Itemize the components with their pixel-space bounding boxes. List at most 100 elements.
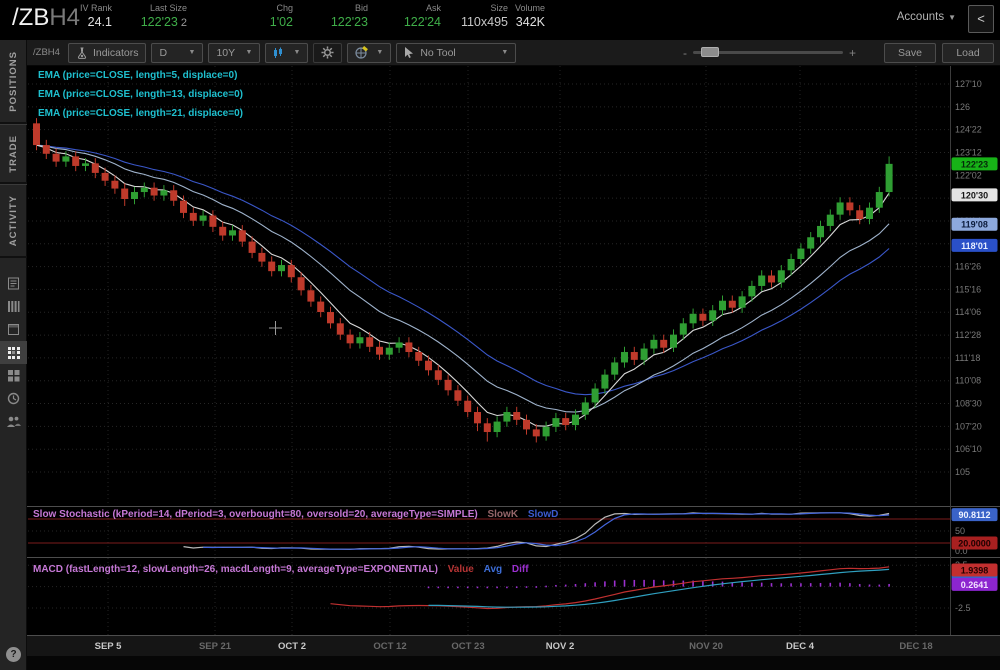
sidebar-frame-button[interactable] bbox=[0, 318, 27, 341]
slider-handle[interactable] bbox=[701, 47, 719, 57]
candle-body bbox=[92, 163, 99, 173]
stat-volume: Volume 342K bbox=[478, 3, 545, 30]
candle-body bbox=[660, 340, 667, 348]
time-zoom-slider[interactable]: - + bbox=[677, 46, 862, 60]
candle-body bbox=[278, 265, 285, 271]
ema5-study-label[interactable]: EMA (price=CLOSE, length=5, displace=0) bbox=[38, 70, 237, 81]
candle-body bbox=[160, 190, 167, 195]
sidebar-people-button[interactable] bbox=[0, 410, 27, 433]
macd-diff-tick bbox=[879, 585, 881, 587]
macd-diff-tick bbox=[820, 583, 822, 587]
candle-body bbox=[788, 259, 795, 270]
toolbar-symbol-label: /ZBH4 bbox=[33, 47, 60, 58]
candle-body bbox=[415, 352, 422, 361]
macd-diff-tick bbox=[457, 587, 459, 589]
candle-body bbox=[592, 389, 599, 403]
frame-icon bbox=[7, 323, 20, 336]
ema13-study-label[interactable]: EMA (price=CLOSE, length=13, displace=0) bbox=[38, 89, 243, 100]
candle-body bbox=[200, 216, 207, 221]
slider-track[interactable] bbox=[693, 51, 843, 54]
candle-body bbox=[513, 412, 520, 420]
price-bubble-label: 120'30 bbox=[961, 190, 988, 200]
stat-chg: Chg 1'02 bbox=[213, 3, 293, 30]
date-axis-label: NOV 2 bbox=[546, 641, 575, 652]
macd-diff-tick bbox=[575, 584, 577, 587]
macd-axis-label: -2.5 bbox=[955, 603, 971, 613]
accounts-dropdown[interactable]: Accounts▼ bbox=[897, 11, 956, 23]
macd-diff-tick bbox=[477, 587, 479, 589]
candle-body bbox=[709, 310, 716, 320]
chevron-down-icon: ▼ bbox=[293, 49, 300, 56]
macd-diff-tick bbox=[653, 580, 655, 587]
candle-body bbox=[131, 192, 138, 199]
macd-pane-legend[interactable]: MACD (fastLength=12, slowLength=26, macd… bbox=[33, 564, 529, 575]
indicators-button[interactable]: Indicators bbox=[68, 43, 147, 63]
macd-bubble-label: 0.2641 bbox=[961, 580, 989, 590]
candle-body bbox=[572, 415, 579, 425]
candle-body bbox=[405, 342, 412, 352]
price-axis-label: 108'30 bbox=[955, 399, 982, 409]
date-axis-label: DEC 18 bbox=[899, 641, 932, 652]
candle-body bbox=[876, 192, 883, 208]
candle-body bbox=[827, 215, 834, 226]
active-tool-dropdown[interactable]: No Tool ▼ bbox=[396, 43, 516, 63]
sidebar-tab-positions[interactable]: POSITIONS bbox=[0, 40, 27, 124]
sidebar-apps-button[interactable] bbox=[0, 364, 27, 387]
sidebar-tab-activity[interactable]: ACTIVITY bbox=[0, 184, 27, 258]
load-button[interactable]: Load bbox=[942, 43, 994, 63]
macd-value-legend-label: Value bbox=[448, 564, 474, 575]
candle-body bbox=[631, 352, 638, 360]
macd-diff-tick bbox=[565, 585, 567, 587]
sidebar-report-button[interactable] bbox=[0, 272, 27, 295]
save-button[interactable]: Save bbox=[884, 43, 936, 63]
macd-diff-tick bbox=[467, 587, 469, 589]
macd-diff-tick bbox=[545, 586, 547, 588]
macd-diff-tick bbox=[741, 583, 743, 587]
candle-body bbox=[396, 342, 403, 347]
macd-diff-tick bbox=[830, 583, 832, 587]
macd-diff-tick bbox=[800, 583, 802, 586]
stochastic-pane-legend[interactable]: Slow Stochastic (kPeriod=14, dPeriod=3, … bbox=[33, 509, 558, 520]
history-clock-icon bbox=[7, 392, 20, 405]
zoom-in-label[interactable]: + bbox=[849, 46, 856, 60]
candle-body bbox=[102, 173, 109, 181]
sidebar-charts-button[interactable] bbox=[0, 341, 27, 364]
apps-grid-icon bbox=[7, 369, 20, 382]
candle-body bbox=[729, 301, 736, 308]
candle-body bbox=[180, 201, 187, 213]
sidebar-columns-button[interactable] bbox=[0, 295, 27, 318]
candle-body bbox=[249, 242, 256, 253]
candle-body bbox=[121, 189, 128, 199]
chart-settings-button[interactable] bbox=[313, 43, 342, 63]
chart-grid-icon bbox=[7, 346, 21, 360]
macd-diff-tick bbox=[751, 583, 753, 587]
drawing-tools-dropdown[interactable]: ▼ bbox=[347, 43, 391, 63]
macd-diff-tick bbox=[526, 586, 528, 588]
sidebar-history-button[interactable] bbox=[0, 387, 27, 410]
macd-diff-tick bbox=[643, 580, 645, 587]
candle-body bbox=[562, 418, 569, 425]
macd-diff-tick bbox=[790, 583, 792, 586]
macd-diff-tick bbox=[594, 582, 596, 586]
chart-type-dropdown[interactable]: ▼ bbox=[265, 43, 308, 63]
help-icon: ? bbox=[6, 647, 21, 662]
aggregation-dropdown[interactable]: D▼ bbox=[151, 43, 203, 63]
macd-bubble-label: 1.9398 bbox=[961, 565, 989, 575]
zoom-out-label[interactable]: - bbox=[683, 46, 687, 60]
candle-body bbox=[523, 420, 530, 430]
macd-diff-tick bbox=[673, 581, 675, 587]
macd-avg-legend-label: Avg bbox=[484, 564, 503, 575]
ema21-study-label[interactable]: EMA (price=CLOSE, length=21, displace=0) bbox=[38, 108, 243, 119]
collapse-panel-button[interactable]: < bbox=[968, 5, 994, 33]
sidebar-tab-trade[interactable]: TRADE bbox=[0, 124, 27, 184]
candle-body bbox=[445, 380, 452, 390]
sidebar-help-button[interactable]: ? bbox=[0, 647, 27, 662]
candle-body bbox=[768, 276, 775, 283]
candle-body bbox=[611, 362, 618, 374]
candle-body bbox=[494, 422, 501, 432]
candle-body bbox=[543, 427, 550, 437]
stat-bid: Bid 122'23 bbox=[298, 3, 368, 30]
candle-body bbox=[582, 402, 589, 414]
range-dropdown[interactable]: 10Y▼ bbox=[208, 43, 260, 63]
indicators-flask-icon bbox=[76, 47, 88, 59]
